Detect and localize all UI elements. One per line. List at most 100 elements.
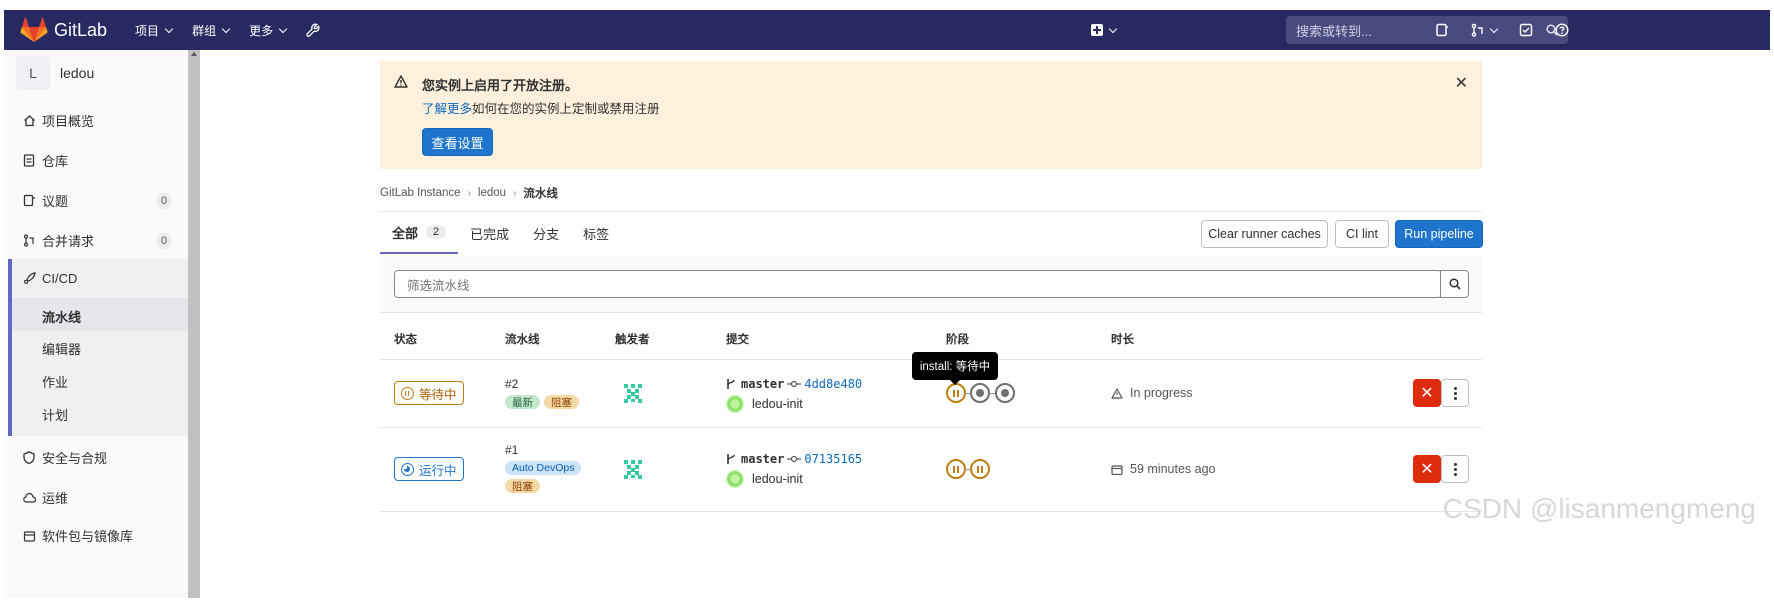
- tab-tags[interactable]: 标签: [571, 212, 621, 254]
- search-icon: [1448, 278, 1461, 290]
- sidebar-item-merge-requests[interactable]: 合并请求 0: [22, 231, 172, 250]
- commit-icon: [787, 380, 802, 388]
- triggerer-avatar[interactable]: [621, 457, 645, 481]
- breadcrumb-project[interactable]: ledou: [478, 187, 506, 199]
- open-registration-alert: 您实例上启用了开放注册。 了解更多如何在您的实例上定制或禁用注册 查看设置 ✕: [380, 61, 1482, 169]
- sidebar-sub-jobs[interactable]: 作业: [42, 372, 68, 391]
- nav-more[interactable]: 更多: [249, 22, 288, 39]
- status-badge-pending[interactable]: 等待中: [394, 381, 464, 405]
- run-pipeline-button[interactable]: Run pipeline: [1395, 220, 1483, 248]
- breadcrumb-instance[interactable]: GitLab Instance: [380, 187, 461, 199]
- status-label: 运行中: [419, 463, 457, 478]
- kebab-dot: [1453, 386, 1457, 390]
- nav-groups[interactable]: 群组: [192, 22, 231, 39]
- pause-icon: [953, 465, 959, 473]
- watermark: CSDN @lisanmengmeng: [1442, 493, 1756, 524]
- more-actions-button[interactable]: [1441, 379, 1469, 407]
- status-label: 等待中: [419, 387, 457, 402]
- commit-icon: [787, 455, 802, 463]
- stage-pending[interactable]: [946, 459, 966, 479]
- tab-finished[interactable]: 已完成: [458, 212, 521, 254]
- kebab-dot: [1453, 396, 1457, 400]
- sidebar-scrollbar[interactable]: [188, 50, 200, 598]
- gitlab-logo[interactable]: GitLab: [20, 17, 107, 43]
- latest-tag: 最新: [505, 395, 540, 409]
- close-icon[interactable]: ✕: [1455, 73, 1468, 93]
- column-header-triggerer: 触发者: [615, 334, 650, 346]
- commit-author-avatar[interactable]: [726, 395, 744, 413]
- branch-name-link[interactable]: master: [741, 452, 784, 466]
- calendar-icon: [1111, 464, 1123, 475]
- breadcrumb: GitLab Instance › ledou › 流水线: [380, 185, 558, 201]
- filter-search-button[interactable]: [1440, 270, 1469, 298]
- stage-install-pending[interactable]: [946, 383, 966, 403]
- commit-title: ledou-init: [726, 395, 803, 413]
- kebab-dot: [1453, 462, 1457, 466]
- finished-at: 59 minutes ago: [1111, 462, 1215, 476]
- column-header-pipeline: 流水线: [505, 334, 540, 346]
- stage-created[interactable]: [970, 383, 990, 403]
- issues-nav-button[interactable]: [1432, 21, 1452, 39]
- sidebar-sub-schedules[interactable]: 计划: [42, 405, 68, 424]
- nav-projects[interactable]: 项目: [135, 22, 174, 39]
- sidebar-item-security[interactable]: 安全与合规: [22, 448, 172, 467]
- close-icon: ✕: [1420, 385, 1434, 402]
- commit-sha-link[interactable]: 4dd8e480: [804, 377, 862, 391]
- divider: [380, 427, 1482, 428]
- learn-more-link[interactable]: 了解更多: [422, 102, 472, 116]
- pipeline-tabs: 全部 2 已完成 分支 标签: [380, 212, 621, 254]
- admin-wrench-button[interactable]: [306, 22, 320, 39]
- branch-name-link[interactable]: master: [741, 377, 784, 391]
- sidebar-item-label: CI/CD: [42, 271, 78, 286]
- sidebar-item-issues[interactable]: 议题 0: [22, 191, 172, 210]
- search-placeholder: 搜索或转到...: [1296, 23, 1372, 39]
- stage-created[interactable]: [995, 383, 1015, 403]
- view-settings-button[interactable]: 查看设置: [422, 128, 493, 156]
- commit-title-link[interactable]: ledou-init: [752, 472, 803, 486]
- sidebar-item-project-overview[interactable]: 项目概览: [22, 111, 172, 130]
- todos-nav-button[interactable]: [1516, 21, 1536, 39]
- sidebar-item-label: 合并请求: [42, 234, 95, 249]
- more-actions-button[interactable]: [1441, 455, 1469, 483]
- sidebar-item-label: 安全与合规: [42, 451, 108, 466]
- cancel-pipeline-button[interactable]: ✕: [1413, 379, 1441, 407]
- pipeline-id-link[interactable]: #2: [505, 377, 518, 391]
- warning-icon: [1111, 387, 1123, 399]
- alert-body: 了解更多如何在您的实例上定制或禁用注册: [422, 98, 660, 117]
- clear-runner-caches-button[interactable]: Clear runner caches: [1201, 220, 1328, 248]
- stage-pending[interactable]: [970, 459, 990, 479]
- filter-pipelines-input[interactable]: 筛选流水线: [394, 270, 1442, 298]
- sidebar-sub-pipelines[interactable]: 流水线: [42, 307, 81, 326]
- commit-sha-link[interactable]: 07135165: [804, 452, 862, 466]
- commit-title-link[interactable]: ledou-init: [752, 397, 803, 411]
- sidebar-item-cicd[interactable]: CI/CD: [22, 271, 172, 286]
- project-name: ledou: [60, 65, 95, 81]
- merge-request-icon: [1471, 23, 1483, 37]
- status-badge-running[interactable]: 运行中: [394, 457, 464, 481]
- issues-icon: [22, 194, 36, 208]
- shield-icon: [22, 451, 36, 465]
- sidebar-project-header[interactable]: L ledou: [16, 56, 94, 90]
- sidebar-item-packages[interactable]: 软件包与镜像库: [22, 526, 172, 545]
- alert-title: 您实例上启用了开放注册。: [422, 78, 579, 93]
- new-dropdown-button[interactable]: [1088, 21, 1118, 39]
- sidebar-item-repository[interactable]: 仓库: [22, 151, 172, 170]
- tab-all[interactable]: 全部 2: [380, 212, 459, 254]
- commit-author-avatar[interactable]: [726, 470, 744, 488]
- sidebar-item-label: 软件包与镜像库: [42, 529, 134, 544]
- tab-branches[interactable]: 分支: [521, 212, 571, 254]
- todo-check-icon: [1519, 23, 1533, 37]
- sidebar-sub-editor[interactable]: 编辑器: [42, 339, 81, 358]
- help-nav-button[interactable]: [1548, 21, 1576, 39]
- merge-requests-nav-button[interactable]: [1468, 21, 1500, 39]
- nav-groups-label: 群组: [192, 23, 217, 38]
- breadcrumb-current[interactable]: 流水线: [523, 185, 558, 201]
- sidebar-item-operations[interactable]: 运维: [22, 488, 172, 507]
- warning-icon: [394, 75, 408, 88]
- ci-lint-button[interactable]: CI lint: [1335, 220, 1389, 248]
- app-window: GitLab 项目 群组 更多 搜索或转到... L ledou 项目概览 仓库…: [0, 0, 1774, 602]
- pipeline-id-link[interactable]: #1: [505, 443, 518, 457]
- branch-icon: [727, 379, 735, 389]
- triggerer-avatar[interactable]: [621, 381, 645, 405]
- cancel-pipeline-button[interactable]: ✕: [1413, 455, 1441, 483]
